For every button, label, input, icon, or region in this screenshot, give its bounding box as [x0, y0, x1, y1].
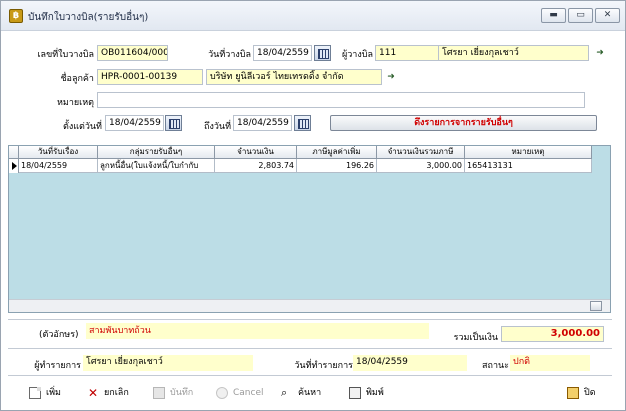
from-date-label: ตั้งแต่วันที่	[62, 122, 102, 132]
delete-x-icon: ✕	[87, 386, 99, 400]
printer-icon	[349, 387, 361, 399]
note-label: หมายเหตุ	[56, 98, 94, 108]
new-document-icon	[29, 387, 41, 399]
record-date-label: วันที่ทำรายการ	[294, 361, 353, 371]
to-date-field[interactable]: 18/04/2559	[233, 115, 292, 131]
total-amount: 3,000.00	[501, 326, 604, 342]
recorder-name: โศรยา เยี่ยงกุลเชาว์	[83, 355, 253, 371]
print-button[interactable]: พิมพ์	[349, 385, 384, 401]
print-button-label: พิมพ์	[366, 388, 384, 398]
status-badge: ปกติ	[510, 355, 590, 371]
bill-date-field[interactable]: 18/04/2559	[253, 45, 312, 61]
bill-date-label: วันที่วางบิล	[208, 50, 251, 60]
status-label: สถานะ	[482, 361, 509, 371]
column-header-total[interactable]: จำนวนเงินรวมภาษี	[377, 146, 465, 159]
column-header-note[interactable]: หมายเหตุ	[465, 146, 592, 159]
bottom-toolbar: เพิ่ม ✕ ยกเลิก บันทึก Cancel ⌕ ค้นหา พิม…	[1, 375, 625, 410]
cancel-circle-icon	[216, 387, 228, 399]
grid-header: วันที่รับเรื่อง กลุ่มรายรับอื่นๆ จำนวนเง…	[9, 146, 592, 159]
minimize-button[interactable]: ▬	[541, 8, 566, 23]
note-field[interactable]	[97, 92, 585, 108]
void-button[interactable]: ✕ ยกเลิก	[87, 385, 129, 401]
scrollbar-thumb[interactable]	[590, 301, 602, 311]
search-button-label: ค้นหา	[298, 388, 322, 398]
window-title: บันทึกใบวางบิล(รายรับอื่นๆ)	[28, 12, 149, 23]
biller-code-field[interactable]: 111	[375, 45, 439, 61]
grid-corner	[9, 146, 19, 159]
bill-no-label: เลขที่ใบวางบิล	[37, 50, 94, 60]
amount-in-words: สามพันบาทถ้วน	[86, 323, 429, 339]
add-button[interactable]: เพิ่ม	[29, 385, 61, 401]
biller-name-field: โศรยา เยี่ยงกุลเชาว์	[438, 45, 589, 61]
column-header-group[interactable]: กลุ่มรายรับอื่นๆ	[98, 146, 215, 159]
search-button[interactable]: ⌕ ค้นหา	[281, 385, 321, 401]
from-date-field[interactable]: 18/04/2559	[105, 115, 164, 131]
amount-text-label: (ตัวอักษร)	[39, 330, 79, 340]
grid-horizontal-scrollbar[interactable]	[9, 299, 610, 312]
from-date-calendar-icon[interactable]	[165, 115, 182, 131]
fetch-other-income-button[interactable]: ดึงรายการจากรายรับอื่นๆ	[330, 115, 597, 131]
to-date-calendar-icon[interactable]	[294, 115, 311, 131]
bill-date-calendar-icon[interactable]	[314, 45, 331, 61]
cell-group[interactable]: ลูกหนี้อื่น(ใบแจ้งหนี้/ใบกำกับ	[98, 159, 215, 173]
cell-note[interactable]: 165413131	[465, 159, 592, 173]
close-window-button[interactable]: ✕	[595, 8, 620, 23]
column-header-amount[interactable]: จำนวนเงิน	[215, 146, 297, 159]
exit-button[interactable]: ปิด	[567, 385, 596, 401]
cell-total[interactable]: 3,000.00	[377, 159, 465, 173]
to-date-label: ถึงวันที่	[204, 122, 231, 132]
biller-lookup-icon[interactable]: ➜	[593, 47, 607, 59]
binoculars-icon: ⌕	[281, 386, 288, 399]
cell-amount[interactable]: 2,803.74	[215, 159, 297, 173]
current-row-indicator-icon	[9, 159, 19, 173]
cell-vat[interactable]: 196.26	[297, 159, 377, 173]
save-button-label: บันทึก	[170, 388, 194, 398]
exit-button-label: ปิด	[584, 388, 596, 398]
void-button-label: ยกเลิก	[104, 388, 129, 398]
items-grid[interactable]: วันที่รับเรื่อง กลุ่มรายรับอื่นๆ จำนวนเง…	[8, 145, 611, 313]
bill-form-window: ฿ บันทึกใบวางบิล(รายรับอื่นๆ) ▬ ▭ ✕ เลขท…	[0, 0, 626, 411]
customer-code-field[interactable]: HPR-0001-00139	[97, 69, 203, 85]
add-button-label: เพิ่ม	[46, 388, 61, 398]
title-bar: ฿ บันทึกใบวางบิล(รายรับอื่นๆ) ▬ ▭ ✕	[1, 1, 625, 31]
column-header-vat[interactable]: ภาษีมูลค่าเพิ่ม	[297, 146, 377, 159]
cancel-button[interactable]: Cancel	[216, 385, 264, 401]
total-label: รวมเป็นเงิน	[453, 333, 498, 343]
save-button[interactable]: บันทึก	[153, 385, 193, 401]
customer-label: ชื่อลูกค้า	[60, 74, 94, 84]
divider	[8, 348, 612, 349]
divider	[8, 319, 612, 320]
maximize-button[interactable]: ▭	[568, 8, 593, 23]
customer-lookup-icon[interactable]: ➜	[384, 71, 398, 83]
table-row[interactable]: 18/04/2559 ลูกหนี้อื่น(ใบแจ้งหนี้/ใบกำกั…	[9, 159, 592, 173]
exit-door-icon	[567, 387, 579, 399]
column-header-date[interactable]: วันที่รับเรื่อง	[19, 146, 98, 159]
cancel-button-label: Cancel	[233, 388, 264, 398]
cell-date[interactable]: 18/04/2559	[19, 159, 98, 173]
biller-label: ผู้วางบิล	[341, 50, 373, 60]
bill-no-field[interactable]: OB011604/0002	[97, 45, 168, 61]
app-logo-icon: ฿	[9, 9, 23, 23]
floppy-disk-icon	[153, 387, 165, 399]
record-date: 18/04/2559	[353, 355, 467, 371]
customer-name-field: บริษัท ยูนิลีเวอร์ ไทยเทรดดิ้ง จำกัด	[206, 69, 382, 85]
recorder-label: ผู้ทำรายการ	[34, 361, 81, 371]
